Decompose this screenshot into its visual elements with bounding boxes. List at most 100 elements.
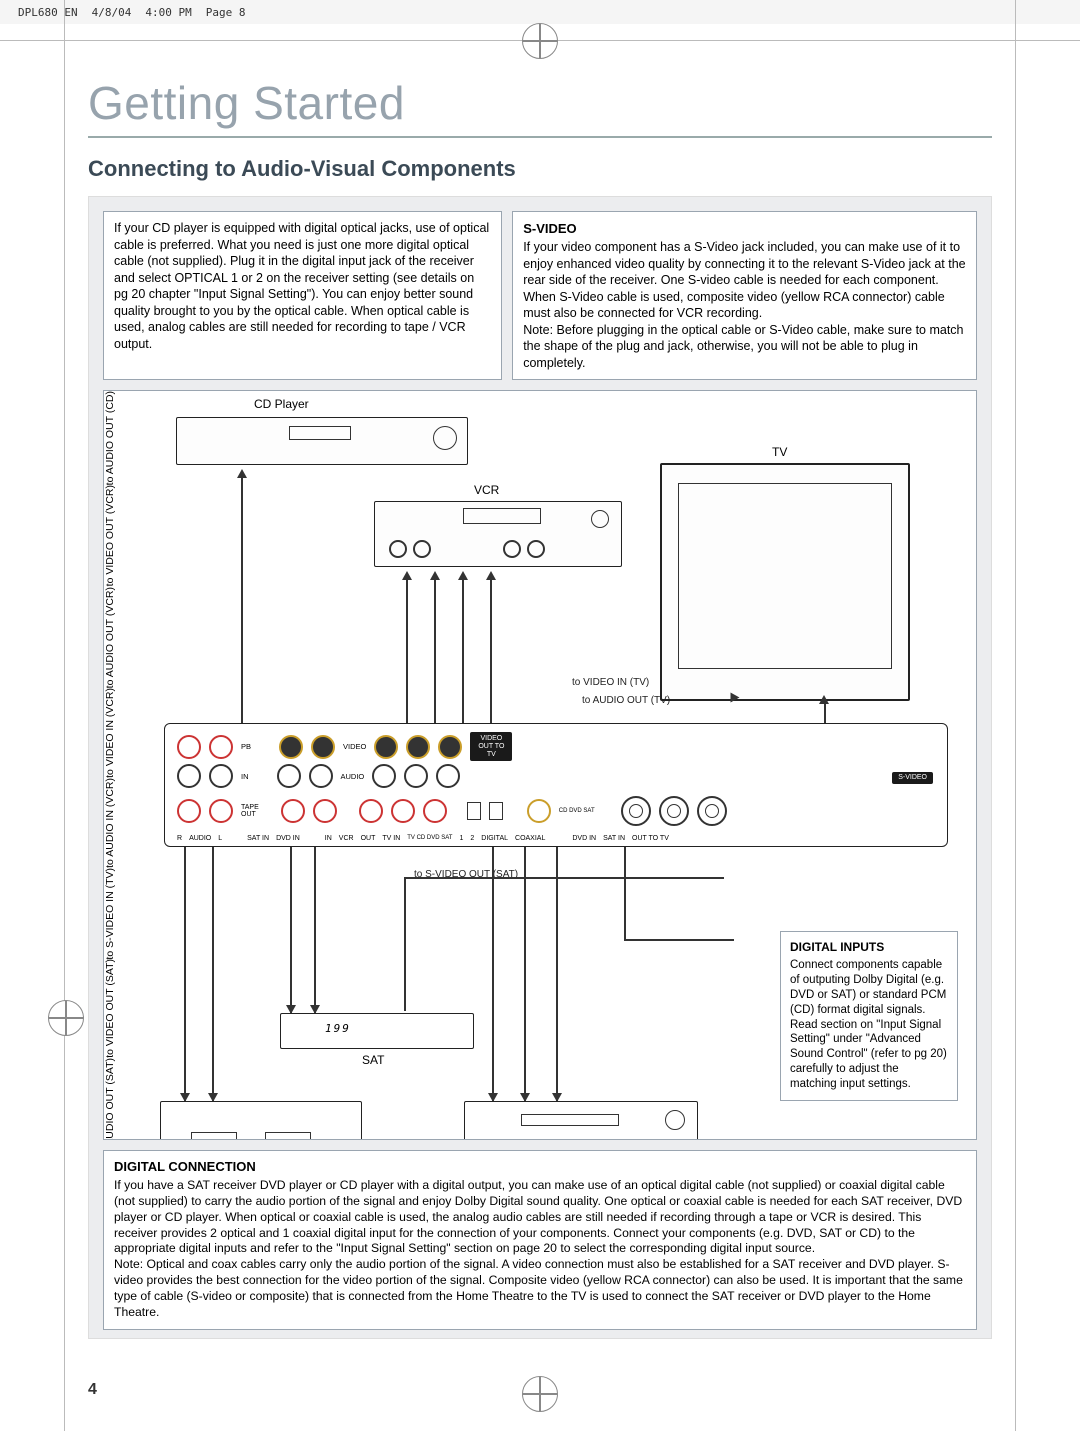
bp-bot: DVD IN <box>276 835 300 842</box>
wire-label-audio-out-cd: to AUDIO OUT (CD) <box>104 391 116 485</box>
wire-label-video-in-tv: to VIDEO IN (TV) <box>572 677 649 688</box>
svideo-heading: S-VIDEO <box>523 220 966 237</box>
section-subtitle: Connecting to Audio-Visual Components <box>88 156 992 182</box>
top-text-row: If your CD player is equipped with digit… <box>103 211 977 380</box>
bp-bot: COAXIAL <box>515 835 545 842</box>
vcr-jack-icon <box>413 540 431 558</box>
wire-label-svideo-in-tv: to S-VIDEO IN (TV) <box>104 868 116 960</box>
wire-label-video-out-sat: to VIDEO OUT (SAT) <box>104 959 116 1058</box>
bp-bot: R <box>177 835 182 842</box>
rca-jack-icon <box>177 764 201 788</box>
svideo-jack-icon <box>697 796 727 826</box>
header-file: DPL680 EN <box>18 6 78 19</box>
page-number: 4 <box>88 1381 97 1399</box>
rca-jack-icon <box>372 764 396 788</box>
svideo-body: If your video component has a S-Video ja… <box>523 239 966 371</box>
rca-jack-icon <box>209 764 233 788</box>
wire-label-video-out-vcr: to VIDEO OUT (VCR) <box>104 485 116 586</box>
header-page: Page 8 <box>206 6 246 19</box>
main-panel: If your CD player is equipped with digit… <box>88 196 992 1339</box>
bp-bot: AUDIO <box>189 835 211 842</box>
svideo-jack-icon <box>659 796 689 826</box>
svideo-note: S-VIDEO If your video component has a S-… <box>512 211 977 380</box>
wire-label-video-in-vcr: to VIDEO IN (VCR) <box>104 688 116 778</box>
bp-bot: OUT TO TV <box>632 835 669 842</box>
arrow-icon <box>819 695 829 704</box>
cassette-door-icon <box>265 1132 311 1140</box>
rca-jack-icon <box>177 799 201 823</box>
connection-diagram: CD Player VCR TV <box>103 390 977 1140</box>
title-rule <box>88 136 992 138</box>
vcr-label: VCR <box>474 483 499 497</box>
rca-jack-icon <box>374 735 398 759</box>
bp-label: VIDEO <box>343 742 366 751</box>
rca-jack-icon <box>438 735 462 759</box>
header-date: 4/8/04 <box>92 6 132 19</box>
cd-optical-note: If your CD player is equipped with digit… <box>103 211 502 380</box>
rca-jack-icon <box>436 764 460 788</box>
rca-jack-icon <box>391 799 415 823</box>
rca-jack-icon <box>209 735 233 759</box>
bp-bot: IN <box>325 835 332 842</box>
bp-label: TAPEOUT <box>241 804 259 818</box>
wire <box>314 847 316 1013</box>
arrow-icon <box>731 693 740 703</box>
bp-bot: VCR <box>339 835 354 842</box>
header-time: 4:00 PM <box>145 6 191 19</box>
wire <box>524 847 526 1101</box>
wire <box>556 847 558 1101</box>
bp-bot: 2 <box>470 835 474 842</box>
bp-bot: L <box>218 835 222 842</box>
video-out-label: VIDEO OUT TO TV <box>470 732 512 761</box>
rca-jack-icon <box>209 799 233 823</box>
cd-slot-icon <box>289 426 351 440</box>
wire <box>184 847 186 1101</box>
bp-bot: TV IN <box>382 835 400 842</box>
wire <box>624 847 626 939</box>
content-area: Getting Started Connecting to Audio-Visu… <box>88 76 992 1391</box>
rca-jack-icon <box>277 764 301 788</box>
wire <box>241 477 243 725</box>
optical-jack-icon <box>467 802 481 820</box>
wire <box>490 579 492 725</box>
rca-jack-icon <box>423 799 447 823</box>
rca-jack-icon <box>311 735 335 759</box>
bp-bot: DVD IN <box>572 835 596 842</box>
rca-jack-icon <box>177 735 201 759</box>
dvd-tray-icon <box>521 1114 619 1126</box>
digital-inputs-body: Connect components capable of outputing … <box>790 958 948 1092</box>
wire-label-audio-out-tv: to AUDIO OUT (TV) <box>582 695 670 706</box>
rca-jack-icon <box>281 799 305 823</box>
bp-bot: SAT IN <box>247 835 269 842</box>
vcr-device <box>374 501 622 567</box>
dvd-player-device <box>464 1101 698 1140</box>
bp-label: PB <box>241 742 251 751</box>
wire <box>462 579 464 725</box>
tv-label: TV <box>772 445 787 459</box>
digital-inputs-heading: DIGITAL INPUTS <box>790 940 948 956</box>
cd-player-device <box>176 417 468 465</box>
digital-connection-body: If you have a SAT receiver DVD player or… <box>114 1178 966 1321</box>
bp-label: AUDIO <box>341 772 365 781</box>
manual-page: DPL680 EN 4/8/04 4:00 PM Page 8 Getting … <box>0 0 1080 1431</box>
rca-jack-icon <box>279 735 303 759</box>
rca-jack-icon <box>313 799 337 823</box>
sat-label: SAT <box>362 1053 384 1067</box>
receiver-back-panel: PB VIDEO VIDEO OUT TO TV IN <box>164 723 948 847</box>
digital-connection-box: DIGITAL CONNECTION If you have a SAT rec… <box>103 1150 977 1330</box>
tape-deck-device <box>160 1101 362 1140</box>
vcr-jack-icon <box>527 540 545 558</box>
wire <box>624 939 734 941</box>
wire-label-audio-out-sat: to AUDIO OUT (SAT) <box>104 1058 116 1140</box>
bp-bot: DIGITAL <box>481 835 508 842</box>
cd-label: CD Player <box>254 397 309 411</box>
bp-bot: 1 <box>459 835 463 842</box>
registration-mark-top <box>522 23 558 59</box>
bp-bot: TV CD DVD SAT <box>407 835 452 842</box>
tv-device <box>660 463 910 701</box>
wire <box>492 847 494 1101</box>
cd-optical-body: If your CD player is equipped with digit… <box>114 220 491 352</box>
print-header: DPL680 EN 4/8/04 4:00 PM Page 8 <box>0 0 1080 24</box>
chapter-title: Getting Started <box>88 76 992 130</box>
vcr-jack-icon <box>389 540 407 558</box>
